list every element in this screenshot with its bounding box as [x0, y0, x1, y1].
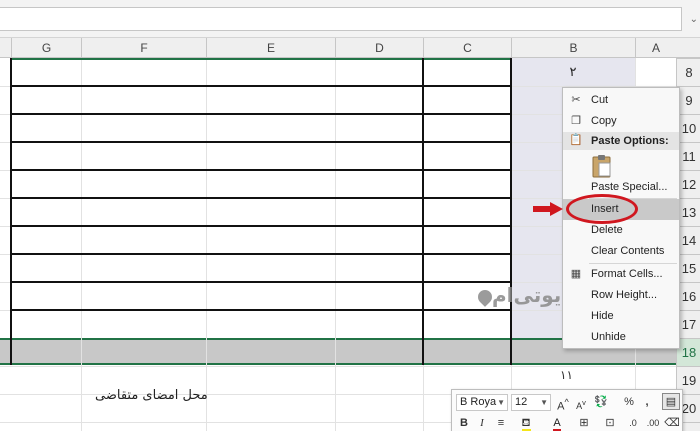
- scissors-icon: ✂: [571, 94, 581, 106]
- menu-label-paste-special: Paste Special...: [591, 181, 668, 193]
- menu-item-unhide[interactable]: Unhide: [563, 327, 679, 348]
- row-header-18[interactable]: 18: [677, 338, 700, 366]
- menu-label-format-cells: Format Cells...: [591, 268, 663, 280]
- decrease-decimal-icon[interactable]: .00: [644, 415, 662, 431]
- paste-options-label: Paste Options:: [591, 135, 669, 147]
- clear-format-icon[interactable]: ⌫: [664, 415, 680, 431]
- row-header-15[interactable]: 15: [677, 254, 700, 282]
- menu-item-copy[interactable]: ❐ Copy: [563, 111, 679, 132]
- cell-b8[interactable]: ۲: [511, 60, 635, 84]
- fill-color-icon[interactable]: ⛾: [514, 415, 538, 431]
- comma-style-button[interactable]: ,: [642, 394, 652, 411]
- row-header-14[interactable]: 14: [677, 226, 700, 254]
- column-header-g[interactable]: G: [11, 38, 81, 58]
- row-header-9[interactable]: 9: [677, 86, 700, 114]
- annotation-circle: [566, 194, 638, 224]
- font-size-select[interactable]: 12 ▼: [511, 394, 551, 411]
- increase-decimal-icon[interactable]: .0: [624, 415, 642, 431]
- menu-label-hide: Hide: [591, 310, 614, 322]
- menu-label-clear-contents: Clear Contents: [591, 245, 665, 257]
- signature-label[interactable]: محل امضای متقاضی: [95, 388, 208, 403]
- menu-item-hide[interactable]: Hide: [563, 306, 679, 327]
- row-header-10[interactable]: 10: [677, 114, 700, 142]
- copy-icon: ❐: [571, 115, 581, 127]
- formula-expand-icon[interactable]: ⌄: [690, 14, 698, 25]
- font-color-label: A: [553, 417, 561, 431]
- font-name-select[interactable]: B Roya ▼: [456, 394, 508, 411]
- menu-item-delete[interactable]: Delete: [563, 220, 679, 241]
- borders-icon[interactable]: ⊞: [574, 415, 594, 431]
- menu-item-clear-contents[interactable]: Clear Contents: [563, 241, 679, 262]
- accounting-format-icon[interactable]: 💱: [592, 394, 610, 411]
- row-header-13[interactable]: 13: [677, 198, 700, 226]
- menu-item-cut[interactable]: ✂ Cut: [563, 90, 679, 111]
- menu-label-copy: Copy: [591, 115, 617, 127]
- grow-font-button[interactable]: A^: [556, 394, 570, 413]
- menu-item-paste-special[interactable]: Paste Special...: [563, 177, 679, 198]
- clipboard-icon: 📋: [569, 134, 583, 146]
- red-arrow-icon: [533, 202, 563, 216]
- menu-item-row-height[interactable]: Row Height...: [563, 285, 679, 306]
- column-header-row: G F E D C B A: [0, 38, 700, 58]
- paste-options-header: 📋 Paste Options:: [563, 132, 679, 150]
- column-header-f[interactable]: F: [81, 38, 206, 58]
- paste-clipboard-icon[interactable]: [591, 154, 613, 178]
- menu-label-cut: Cut: [591, 94, 609, 106]
- column-header-c[interactable]: C: [423, 38, 511, 58]
- column-header-a[interactable]: A: [635, 38, 676, 58]
- bold-button[interactable]: B: [458, 415, 470, 431]
- watermark-logo: یوتی‌ام: [474, 283, 561, 307]
- formula-input[interactable]: [0, 7, 682, 31]
- column-header-d[interactable]: D: [335, 38, 423, 58]
- menu-item-format-cells[interactable]: ▦ Format Cells...: [563, 264, 679, 285]
- italic-button[interactable]: I: [476, 415, 488, 431]
- column-header-e[interactable]: E: [206, 38, 335, 58]
- align-center-icon[interactable]: ≡: [494, 415, 508, 431]
- grow-font-label: A: [557, 400, 565, 413]
- menu-label-delete: Delete: [591, 224, 623, 236]
- format-painter-icon[interactable]: ▤: [662, 393, 680, 410]
- menu-label-unhide: Unhide: [591, 331, 626, 343]
- row-header-12[interactable]: 12: [677, 170, 700, 198]
- row-header-11[interactable]: 11: [677, 142, 700, 170]
- row-header-8[interactable]: 8: [677, 58, 700, 86]
- font-color-button[interactable]: A: [546, 415, 568, 431]
- font-name-value: B Roya: [460, 396, 497, 408]
- row-header-16[interactable]: 16: [677, 282, 700, 310]
- percent-style-button[interactable]: %: [622, 394, 636, 411]
- row-header-17[interactable]: 17: [677, 310, 700, 338]
- chevron-down-icon: ▼: [540, 398, 548, 407]
- chevron-down-icon: ▼: [497, 398, 505, 407]
- formula-bar: ⌄: [0, 0, 700, 38]
- cell-b18[interactable]: ۱۱: [560, 368, 573, 382]
- column-header-b[interactable]: B: [511, 38, 635, 58]
- mini-toolbar: B Roya ▼ 12 ▼ A^ Av 💱 % , ▤ B I ≡ ⛾ A ⊞ …: [451, 389, 683, 431]
- merge-cells-icon[interactable]: ⊡: [600, 415, 620, 431]
- shrink-font-button[interactable]: Av: [574, 394, 588, 411]
- format-cells-icon: ▦: [570, 268, 582, 280]
- font-size-value: 12: [515, 396, 528, 408]
- menu-label-row-height: Row Height...: [591, 289, 658, 301]
- watermark-text: یوتی‌ام: [492, 283, 562, 307]
